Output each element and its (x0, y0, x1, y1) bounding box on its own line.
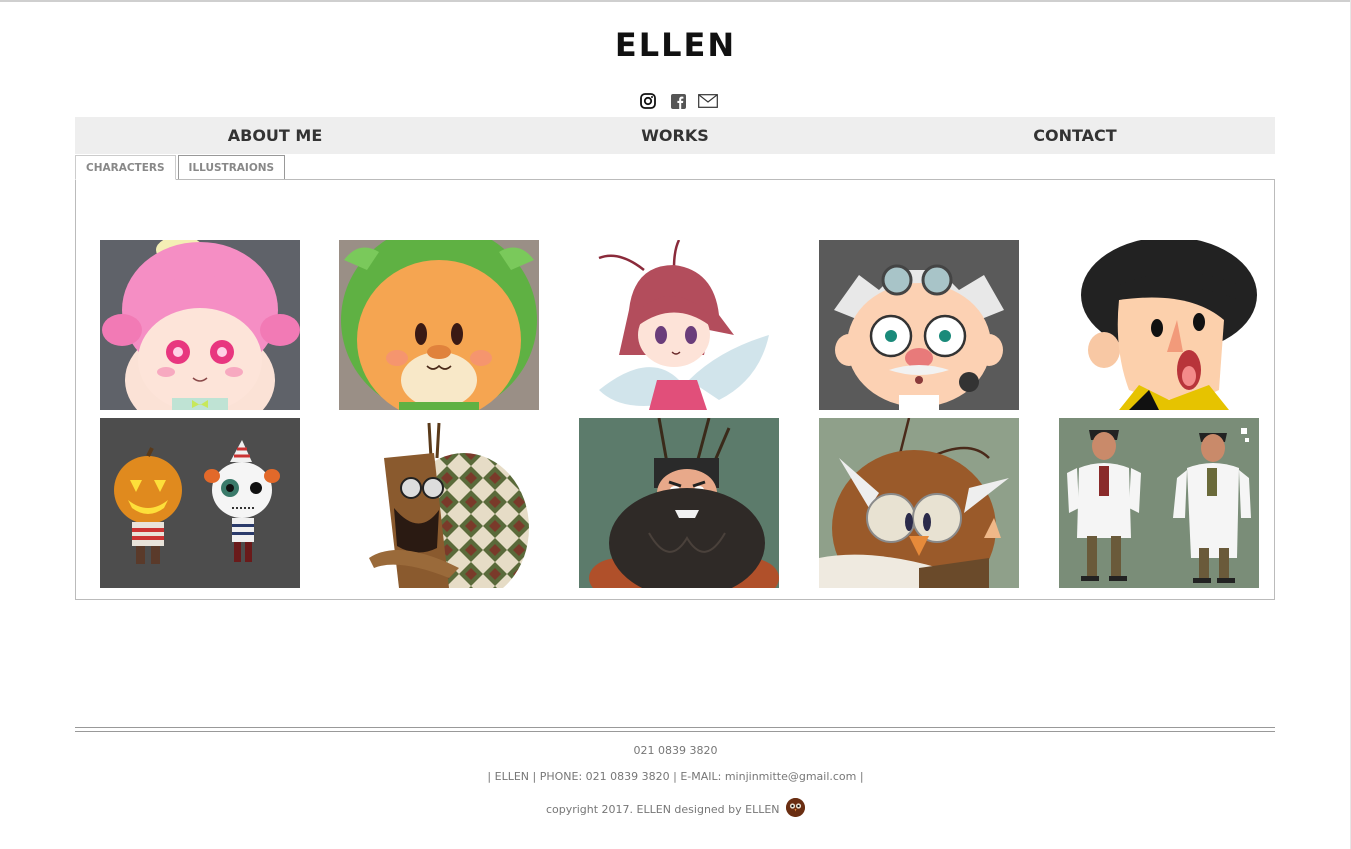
instagram-icon[interactable] (638, 92, 658, 110)
site-title[interactable]: ELLEN (0, 26, 1351, 64)
footer-phone: 021 0839 3820 (633, 744, 718, 757)
thumb-bearded-bug[interactable] (579, 418, 779, 588)
thumb-pink-hair-girl[interactable] (100, 240, 300, 410)
social-links (638, 92, 718, 110)
footer-copyright: copyright 2017. ELLEN designed by ELLEN (0, 798, 1351, 817)
nav-about-me[interactable]: ABOUT ME (75, 117, 475, 154)
nav-works[interactable]: WORKS (475, 117, 875, 154)
thumb-screaming-boy[interactable] (1059, 240, 1259, 410)
thumb-fairy-girl[interactable] (579, 240, 779, 410)
gallery-panel (75, 179, 1275, 600)
footer-info-text[interactable]: | ELLEN | PHONE: 021 0839 3820 | E-MAIL:… (487, 770, 863, 783)
thumb-goggle-scientist[interactable] (819, 240, 1019, 410)
mail-icon[interactable] (698, 92, 718, 110)
main-nav: ABOUT ME WORKS CONTACT (75, 117, 1275, 154)
thumb-orange-bear[interactable] (339, 240, 539, 410)
copyright-text: copyright 2017. ELLEN designed by ELLEN (545, 803, 780, 816)
thumb-pumpkin-and-skull[interactable] (100, 418, 300, 588)
facebook-icon[interactable] (668, 92, 688, 110)
tab-illustrations[interactable]: ILLUSTRAIONS (177, 155, 286, 180)
top-border (0, 0, 1351, 2)
thumb-two-doctors[interactable] (1059, 418, 1259, 588)
nav-contact[interactable]: CONTACT (875, 117, 1275, 154)
footer-divider-top (75, 727, 1275, 728)
footer-divider-bottom (75, 731, 1275, 732)
owl-avatar-icon (786, 798, 806, 817)
gallery-tabs: CHARACTERS ILLUSTRAIONS (75, 155, 286, 180)
tab-characters[interactable]: CHARACTERS (75, 155, 176, 180)
thumb-owl-professor[interactable] (819, 418, 1019, 588)
thumb-argyle-bug[interactable] (339, 418, 539, 588)
footer-contact-info: | ELLEN | PHONE: 021 0839 3820 | E-MAIL:… (0, 770, 1351, 783)
